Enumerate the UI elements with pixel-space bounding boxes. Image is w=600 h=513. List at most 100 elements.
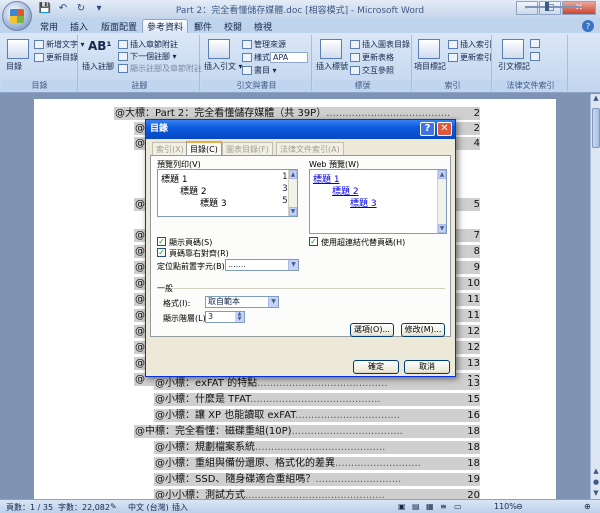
options-button[interactable]: 選項(O)...	[350, 323, 394, 337]
ok-button[interactable]: 確定	[353, 360, 399, 374]
toc-line[interactable]: @小標：什麼是 TFAT............................…	[154, 393, 480, 406]
manage-sources-button[interactable]: 管理來源	[242, 39, 286, 50]
outline-view-icon[interactable]: ≡	[440, 502, 447, 511]
dialog-help-button[interactable]: ?	[420, 122, 435, 136]
tab-toc[interactable]: 目錄(C)	[186, 141, 222, 155]
word-count[interactable]: 字數：22,082	[58, 502, 110, 513]
zoom-slider-thumb[interactable]	[545, 2, 549, 11]
next-page-icon[interactable]: ▼	[591, 489, 600, 499]
general-divider	[171, 288, 445, 289]
dialog-close-button[interactable]: ✕	[437, 122, 452, 136]
mark-entry-button[interactable]: 項目標記	[414, 61, 446, 72]
tab-table-of-figures[interactable]: 圖表目錄(F)	[222, 142, 273, 155]
preview-page-3: 5	[282, 196, 288, 206]
tab-mailings[interactable]: 郵件	[190, 19, 216, 33]
next-footnote-button[interactable]: 下一個註腳 ▾	[118, 51, 177, 62]
proofing-icon[interactable]: ✎	[110, 502, 117, 511]
manage-sources-icon	[242, 40, 252, 49]
insert-table-of-figures-button[interactable]: 插入圖表目錄	[350, 39, 410, 50]
right-align-checkbox[interactable]: ✓	[157, 248, 166, 257]
show-levels-spinner[interactable]: 3 ▲ ▼	[205, 311, 245, 323]
tab-home[interactable]: 常用	[36, 19, 62, 33]
web-layout-view-icon[interactable]: ▦	[426, 502, 434, 511]
zoom-out-icon[interactable]: ⊖	[516, 502, 523, 511]
insert-caption-button[interactable]: 插入標號	[316, 61, 348, 72]
minimize-button[interactable]: –	[516, 1, 538, 15]
print-layout-view-icon[interactable]: ▣	[398, 502, 406, 511]
toc-line[interactable]: @小標：exFAT 的特點...........................…	[154, 377, 480, 390]
full-screen-view-icon[interactable]: ▤	[412, 502, 420, 511]
toc-line[interactable]: @小標：規劃檔案系統..............................…	[154, 441, 480, 454]
maximize-button[interactable]: □	[539, 1, 561, 15]
group-label-footnotes: 註腳	[80, 80, 199, 91]
toc-button[interactable]: 目錄	[6, 61, 22, 72]
web-preview-heading-3[interactable]: 標題 3	[350, 196, 377, 209]
tab-references[interactable]: 參考資料	[142, 19, 188, 33]
zoom-slider[interactable]	[525, 6, 581, 8]
modify-button[interactable]: 修改(M)...	[401, 323, 445, 337]
insert-citation-button[interactable]: 插入引文 ▾	[204, 61, 243, 72]
group-citations: 插入引文 ▾ 管理來源 樣式: APA 書目 ▾ 引文與書目	[202, 35, 312, 91]
scroll-thumb[interactable]	[592, 108, 600, 148]
use-hyperlinks-checkbox[interactable]: ✓	[309, 237, 318, 246]
group-table-of-authorities: 引文標記 法律文件索引	[494, 35, 568, 91]
office-button[interactable]	[2, 1, 32, 31]
close-button[interactable]: ✕	[562, 1, 596, 15]
scroll-up-icon[interactable]: ▲	[289, 170, 297, 179]
insert-toa-icon	[530, 39, 540, 48]
tab-insert[interactable]: 插入	[66, 19, 92, 33]
browse-object-icon[interactable]: ●	[591, 478, 600, 488]
insert-mode-status[interactable]: 插入	[172, 502, 188, 513]
toc-line[interactable]: @小標：讓 XP 也能讀取 exFAT.....................…	[154, 409, 480, 422]
zoom-in-icon[interactable]: ⊕	[584, 502, 591, 511]
toc-line[interactable]: @小標：SSD、隨身碟適合重組嗎？.......................…	[154, 473, 480, 486]
insert-toa-button[interactable]	[530, 39, 540, 48]
formats-select[interactable]: 取自範本 ▼	[205, 296, 279, 308]
insert-footnote-button[interactable]: 插入註腳	[82, 61, 114, 72]
update-table-button[interactable]: 更新表格	[350, 52, 394, 63]
page-count[interactable]: 頁數：1 / 35	[6, 502, 53, 513]
insert-index-button[interactable]: 插入索引	[448, 39, 492, 50]
footnote-glyph-icon: AB¹	[88, 39, 112, 53]
prev-page-icon[interactable]: ▲	[591, 467, 600, 477]
web-preview-scrollbar[interactable]: ▲ ▼	[437, 170, 446, 233]
scroll-up-icon[interactable]: ▲	[438, 170, 446, 179]
show-notes-button[interactable]: 顯示註腳及章節附註	[118, 63, 202, 74]
web-preview-box[interactable]: 標題 1 標題 2 標題 3 ▲ ▼	[309, 169, 447, 234]
insert-endnote-button[interactable]: 插入章節附註	[118, 39, 178, 50]
vertical-scrollbar[interactable]: ▲ ▲ ● ▼	[590, 94, 600, 499]
tab-page-layout[interactable]: 版面配置	[98, 19, 140, 33]
toc-icon	[7, 39, 29, 59]
cancel-button[interactable]: 取消	[404, 360, 450, 374]
print-preview-box[interactable]: 標題 1 1 標題 2 3 標題 3 5 ▲ ▼	[157, 169, 298, 217]
update-index-button[interactable]: 更新索引	[448, 52, 492, 63]
update-toa-button[interactable]	[530, 52, 540, 61]
tab-index[interactable]: 索引(X)	[152, 142, 188, 155]
scroll-down-icon[interactable]: ▼	[289, 207, 297, 216]
scroll-down-icon[interactable]: ▼	[438, 224, 446, 233]
toc-line[interactable]: @中標：完全看懂：磁碟重組(10P)......................…	[134, 425, 480, 438]
help-icon[interactable]: ?	[582, 20, 594, 32]
language-status[interactable]: 中文 (台灣)	[128, 502, 169, 513]
citation-style-dropdown[interactable]: APA	[270, 52, 308, 63]
preview-page-1: 1	[282, 172, 288, 182]
cross-reference-button[interactable]: 交互參照	[350, 65, 394, 76]
toc-line[interactable]: @小小標：測試方式...............................…	[154, 489, 480, 499]
group-index: 項目標記 插入索引 更新索引 索引	[414, 35, 492, 91]
mark-citation-button[interactable]: 引文標記	[498, 61, 530, 72]
tab-view[interactable]: 檢視	[250, 19, 276, 33]
bibliography-button[interactable]: 書目 ▾	[242, 65, 277, 76]
show-levels-label: 顯示階層(L):	[163, 314, 209, 323]
show-page-numbers-checkbox[interactable]: ✓	[157, 237, 166, 246]
zoom-level[interactable]: 110%	[494, 502, 517, 511]
tab-review[interactable]: 校閱	[220, 19, 246, 33]
print-preview-scrollbar[interactable]: ▲ ▼	[288, 170, 297, 216]
tab-table-of-authorities[interactable]: 法律文件索引(A)	[276, 142, 344, 155]
tab-leader-select[interactable]: ....... ▼	[225, 259, 299, 271]
spin-down-icon[interactable]: ▼	[235, 317, 244, 322]
add-text-button[interactable]: 新增文字 ▾	[34, 39, 85, 50]
toc-line[interactable]: @小標：重組與備份還原、格式化的差異......................…	[154, 457, 480, 470]
draft-view-icon[interactable]: ▭	[454, 502, 462, 511]
update-toc-button[interactable]: 更新目錄	[34, 52, 78, 63]
scroll-up-icon[interactable]: ▲	[591, 94, 600, 104]
